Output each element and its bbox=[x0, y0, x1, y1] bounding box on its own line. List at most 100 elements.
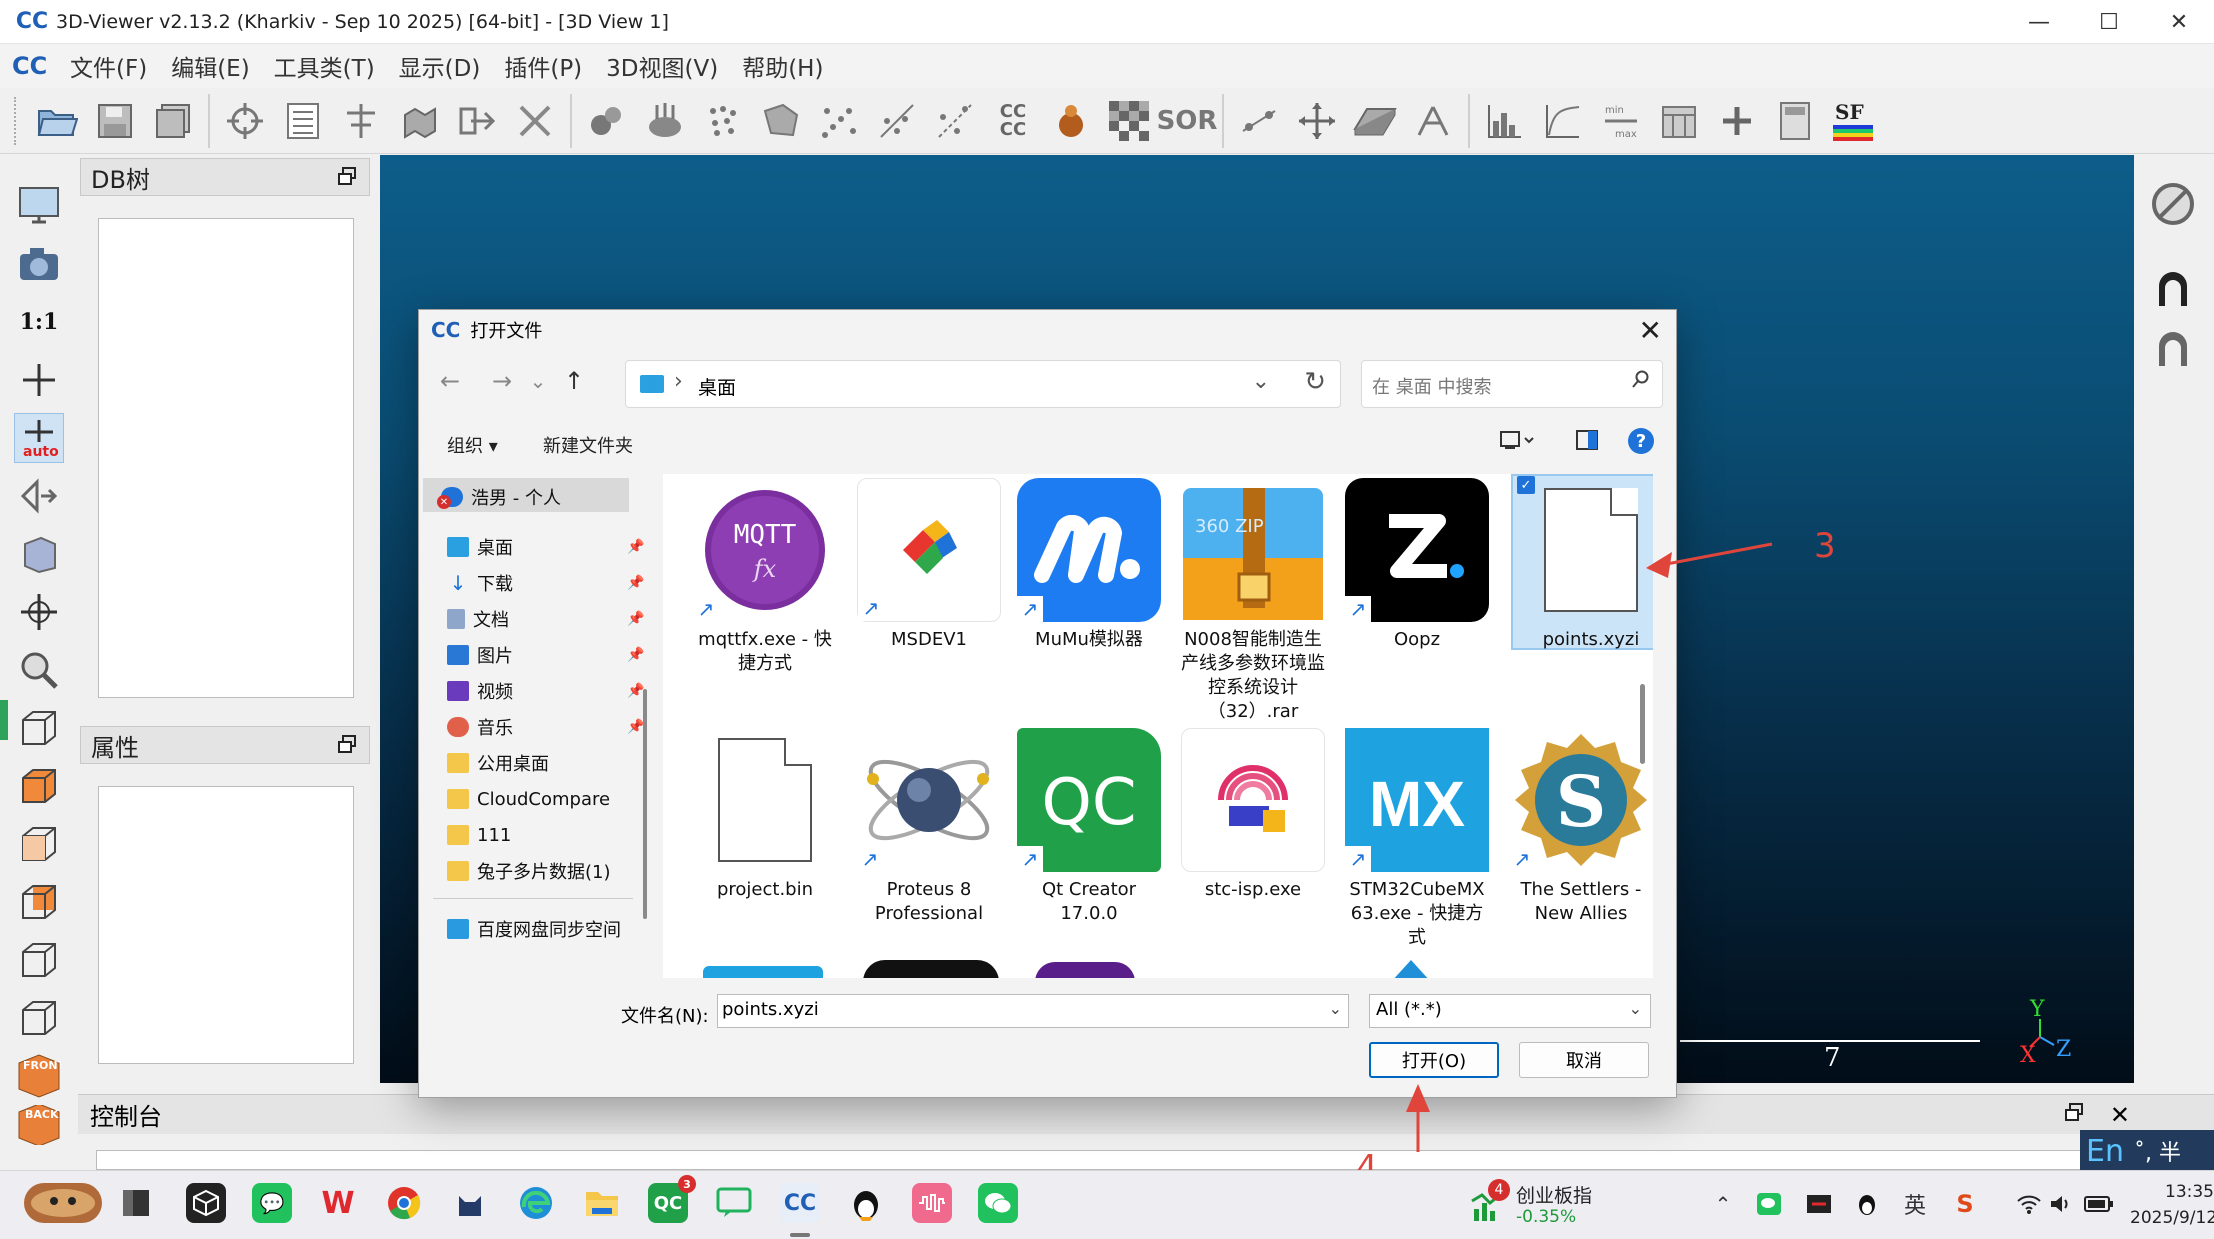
close-button[interactable]: ✕ bbox=[2144, 0, 2214, 44]
zoom-icon[interactable] bbox=[14, 645, 64, 695]
cloudcompare-icon[interactable]: CC bbox=[780, 1183, 820, 1223]
nav-item-music[interactable]: 音乐 📌 bbox=[447, 712, 644, 742]
organize-button[interactable]: 组织 ▾ bbox=[447, 432, 498, 458]
search-input[interactable]: 在 桌面 中搜索 bbox=[1372, 373, 1491, 399]
filename-input[interactable]: points.xyzi ⌄ bbox=[717, 994, 1349, 1028]
no-icon[interactable] bbox=[2148, 179, 2198, 229]
nav-item-documents[interactable]: 文档 📌 bbox=[447, 604, 644, 634]
nav-item-111[interactable]: 111 bbox=[447, 820, 511, 850]
pin-icon[interactable]: 📌 bbox=[627, 719, 644, 735]
perspective-icon[interactable] bbox=[14, 471, 64, 521]
float-panel-icon[interactable] bbox=[337, 734, 359, 756]
penguin-icon[interactable] bbox=[846, 1183, 886, 1223]
checkbox-icon[interactable]: ✓ bbox=[1517, 476, 1535, 494]
menu-help[interactable]: 帮助(H) bbox=[742, 49, 823, 83]
file-item[interactable]: stc-isp.exe bbox=[1179, 728, 1327, 902]
refresh-icon[interactable]: ↻ bbox=[1304, 367, 1326, 397]
wps-icon[interactable]: W bbox=[318, 1183, 358, 1223]
translate-icon[interactable] bbox=[1295, 99, 1339, 143]
file-item[interactable]: MX ↗ STM32CubeMX 63.exe - 快捷方式 bbox=[1343, 728, 1491, 950]
delete-icon[interactable] bbox=[513, 99, 557, 143]
merge-icon[interactable] bbox=[397, 99, 441, 143]
forward-button[interactable]: → bbox=[487, 366, 517, 396]
dialog-close-button[interactable]: ✕ bbox=[1639, 314, 1662, 347]
file-item[interactable]: QC ↗ Qt Creator 17.0.0 bbox=[1015, 728, 1163, 926]
float-panel-icon[interactable] bbox=[337, 166, 359, 188]
file-item[interactable]: 360 ZIP N008智能制造生产线多参数环境监控系统设计（32）.rar bbox=[1179, 478, 1327, 724]
console-output[interactable] bbox=[96, 1150, 2146, 1170]
arch-outline-icon[interactable] bbox=[2148, 325, 2198, 375]
rotate-icon[interactable] bbox=[14, 587, 64, 637]
subsample-icon[interactable] bbox=[701, 99, 745, 143]
minmax-icon[interactable]: min max bbox=[1599, 99, 1643, 143]
desktop-icon[interactable] bbox=[116, 1183, 156, 1223]
nav-item-videos[interactable]: 视频 📌 bbox=[447, 676, 644, 706]
target-icon[interactable] bbox=[223, 99, 267, 143]
wechat-icon[interactable] bbox=[978, 1183, 1018, 1223]
battery-icon[interactable] bbox=[2084, 1189, 2114, 1219]
nav-item-onedrive[interactable]: ✕ 浩男 - 个人 bbox=[437, 482, 561, 512]
console-close-icon[interactable]: ✕ bbox=[2110, 1101, 2130, 1129]
file-item-selected[interactable]: ✓ points.xyzi bbox=[1517, 476, 1653, 652]
pin-icon[interactable]: 📌 bbox=[627, 575, 644, 591]
pick-icon[interactable] bbox=[339, 99, 383, 143]
nav-item-desktop[interactable]: 桌面 📌 bbox=[447, 532, 644, 562]
stock-widget[interactable]: 4 创业板指 -0.35% bbox=[1470, 1179, 1650, 1233]
system-clock[interactable]: 13:35 2025/9/12 bbox=[2130, 1179, 2214, 1231]
db-tree-view[interactable] bbox=[98, 218, 354, 698]
nav-item-cloudcompare[interactable]: CloudCompare bbox=[447, 784, 610, 814]
preview-pane-icon[interactable] bbox=[1575, 428, 1599, 458]
audio-icon[interactable] bbox=[912, 1183, 952, 1223]
menu-plugins[interactable]: 插件(P) bbox=[504, 49, 582, 83]
front-view-cube-icon[interactable]: FRONT bbox=[14, 1051, 64, 1101]
menu-edit[interactable]: 编辑(E) bbox=[171, 49, 249, 83]
chevron-up-icon[interactable]: ⌃ bbox=[1708, 1189, 1738, 1219]
view-top-icon[interactable] bbox=[14, 703, 64, 753]
view-back-icon[interactable] bbox=[14, 877, 64, 927]
cube-icon[interactable] bbox=[186, 1183, 226, 1223]
list-icon[interactable] bbox=[281, 99, 325, 143]
pin-icon[interactable]: 📌 bbox=[627, 539, 644, 555]
open-button[interactable]: 打开(O) bbox=[1369, 1042, 1499, 1078]
media-tray-icon[interactable] bbox=[1804, 1189, 1834, 1219]
toolbar-grip[interactable] bbox=[14, 96, 20, 145]
compute-icon[interactable] bbox=[1049, 99, 1093, 143]
chrome-icon[interactable] bbox=[384, 1183, 424, 1223]
address-bar[interactable]: › 桌面 ⌄ ↻ bbox=[625, 360, 1341, 408]
menu-3dviews[interactable]: 3D视图(V) bbox=[606, 49, 718, 83]
auto-pivot-icon[interactable]: auto bbox=[14, 413, 64, 463]
wechat-tray-icon[interactable] bbox=[1754, 1189, 1784, 1219]
file-item[interactable]: ↗ Proteus 8 Professional bbox=[855, 728, 1003, 926]
export-icon[interactable] bbox=[455, 99, 499, 143]
message-icon[interactable] bbox=[714, 1183, 754, 1223]
explorer-icon[interactable] bbox=[582, 1183, 622, 1223]
filetype-select[interactable]: All (*.*) ⌄ bbox=[1369, 994, 1651, 1028]
speaker-icon[interactable] bbox=[2046, 1189, 2076, 1219]
search-box[interactable]: 在 桌面 中搜索 bbox=[1361, 360, 1663, 408]
filter-icon[interactable] bbox=[759, 99, 803, 143]
menu-file[interactable]: 文件(F) bbox=[70, 49, 147, 83]
wps-tray-icon[interactable]: S bbox=[1950, 1189, 1980, 1219]
view-right-icon[interactable] bbox=[14, 935, 64, 985]
segment-icon[interactable] bbox=[1237, 99, 1281, 143]
view-bottom-icon[interactable] bbox=[14, 993, 64, 1043]
menu-display[interactable]: 显示(D) bbox=[399, 49, 481, 83]
back-view-cube-icon[interactable]: BACK bbox=[14, 1105, 64, 1145]
open-folder-icon[interactable] bbox=[35, 99, 79, 143]
pin-icon[interactable]: 📌 bbox=[627, 647, 644, 663]
file-item[interactable]: ↗ MuMu模拟器 bbox=[1015, 478, 1163, 652]
search-icon[interactable] bbox=[1632, 369, 1650, 394]
properties-view[interactable] bbox=[98, 786, 354, 1064]
checker-icon[interactable] bbox=[1107, 99, 1151, 143]
view-left-icon[interactable] bbox=[14, 819, 64, 869]
view-options-icon[interactable] bbox=[1499, 428, 1535, 458]
file-list-scrollbar[interactable] bbox=[1640, 684, 1645, 764]
sf-icon[interactable]: SF bbox=[1831, 99, 1875, 143]
calc-icon[interactable] bbox=[1657, 99, 1701, 143]
file-item[interactable]: ↗ MSDEV1 bbox=[855, 478, 1003, 652]
view-front-icon[interactable] bbox=[14, 761, 64, 811]
plane-icon[interactable] bbox=[1353, 99, 1397, 143]
pin-icon[interactable]: 📌 bbox=[627, 611, 644, 627]
file-item[interactable]: ↗ Oopz bbox=[1343, 478, 1491, 652]
ime-tray-icon[interactable]: 英 bbox=[1900, 1189, 1930, 1219]
